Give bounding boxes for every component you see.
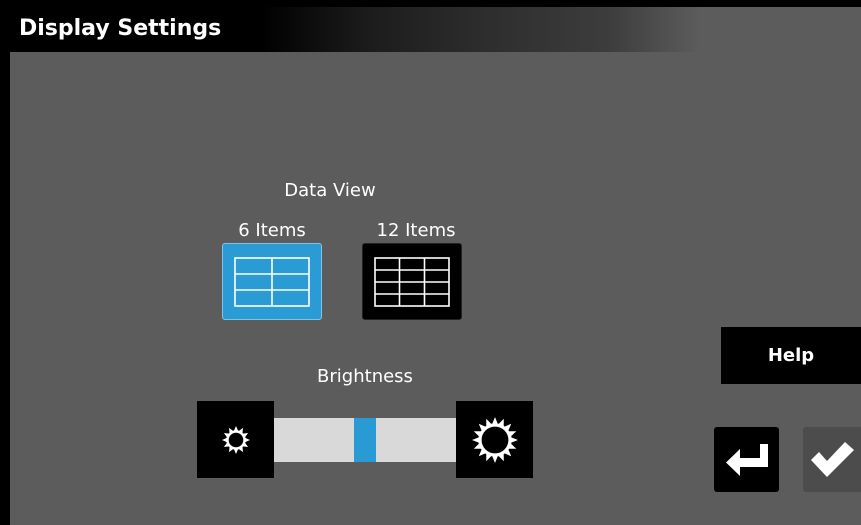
sun-ray bbox=[221, 437, 227, 442]
grid-3x4-icon bbox=[374, 256, 450, 307]
sun-ray bbox=[244, 437, 250, 442]
confirm-button[interactable] bbox=[803, 427, 861, 492]
help-button[interactable]: Help bbox=[721, 327, 861, 384]
sun-ray bbox=[491, 455, 498, 463]
decrease-brightness-button[interactable] bbox=[197, 401, 274, 478]
sun-ray bbox=[471, 436, 479, 443]
six-items-label: 6 Items bbox=[238, 220, 306, 241]
sun-large-icon bbox=[471, 416, 518, 463]
back-button[interactable] bbox=[714, 427, 779, 492]
brightness-slider-thumb[interactable] bbox=[354, 418, 376, 462]
sun-ray bbox=[491, 416, 498, 424]
title-bar: Display Settings bbox=[10, 7, 861, 52]
grid-2x3-icon bbox=[234, 256, 310, 307]
six-items-button[interactable] bbox=[222, 243, 322, 320]
display-settings-screen: Display Settings Data View 6 Items 12 It… bbox=[10, 7, 861, 525]
sun-ray bbox=[233, 448, 238, 454]
checkmark-icon bbox=[811, 441, 854, 477]
page-title: Display Settings bbox=[19, 16, 222, 41]
sun-ray bbox=[233, 425, 238, 431]
brightness-label: Brightness bbox=[317, 366, 413, 387]
data-view-label: Data View bbox=[284, 180, 376, 201]
sun-small-icon bbox=[221, 425, 250, 454]
twelve-items-button[interactable] bbox=[362, 243, 462, 320]
return-arrow-icon bbox=[725, 443, 768, 476]
increase-brightness-button[interactable] bbox=[456, 401, 533, 478]
sun-ray bbox=[510, 436, 518, 443]
twelve-items-label: 12 Items bbox=[376, 220, 456, 241]
